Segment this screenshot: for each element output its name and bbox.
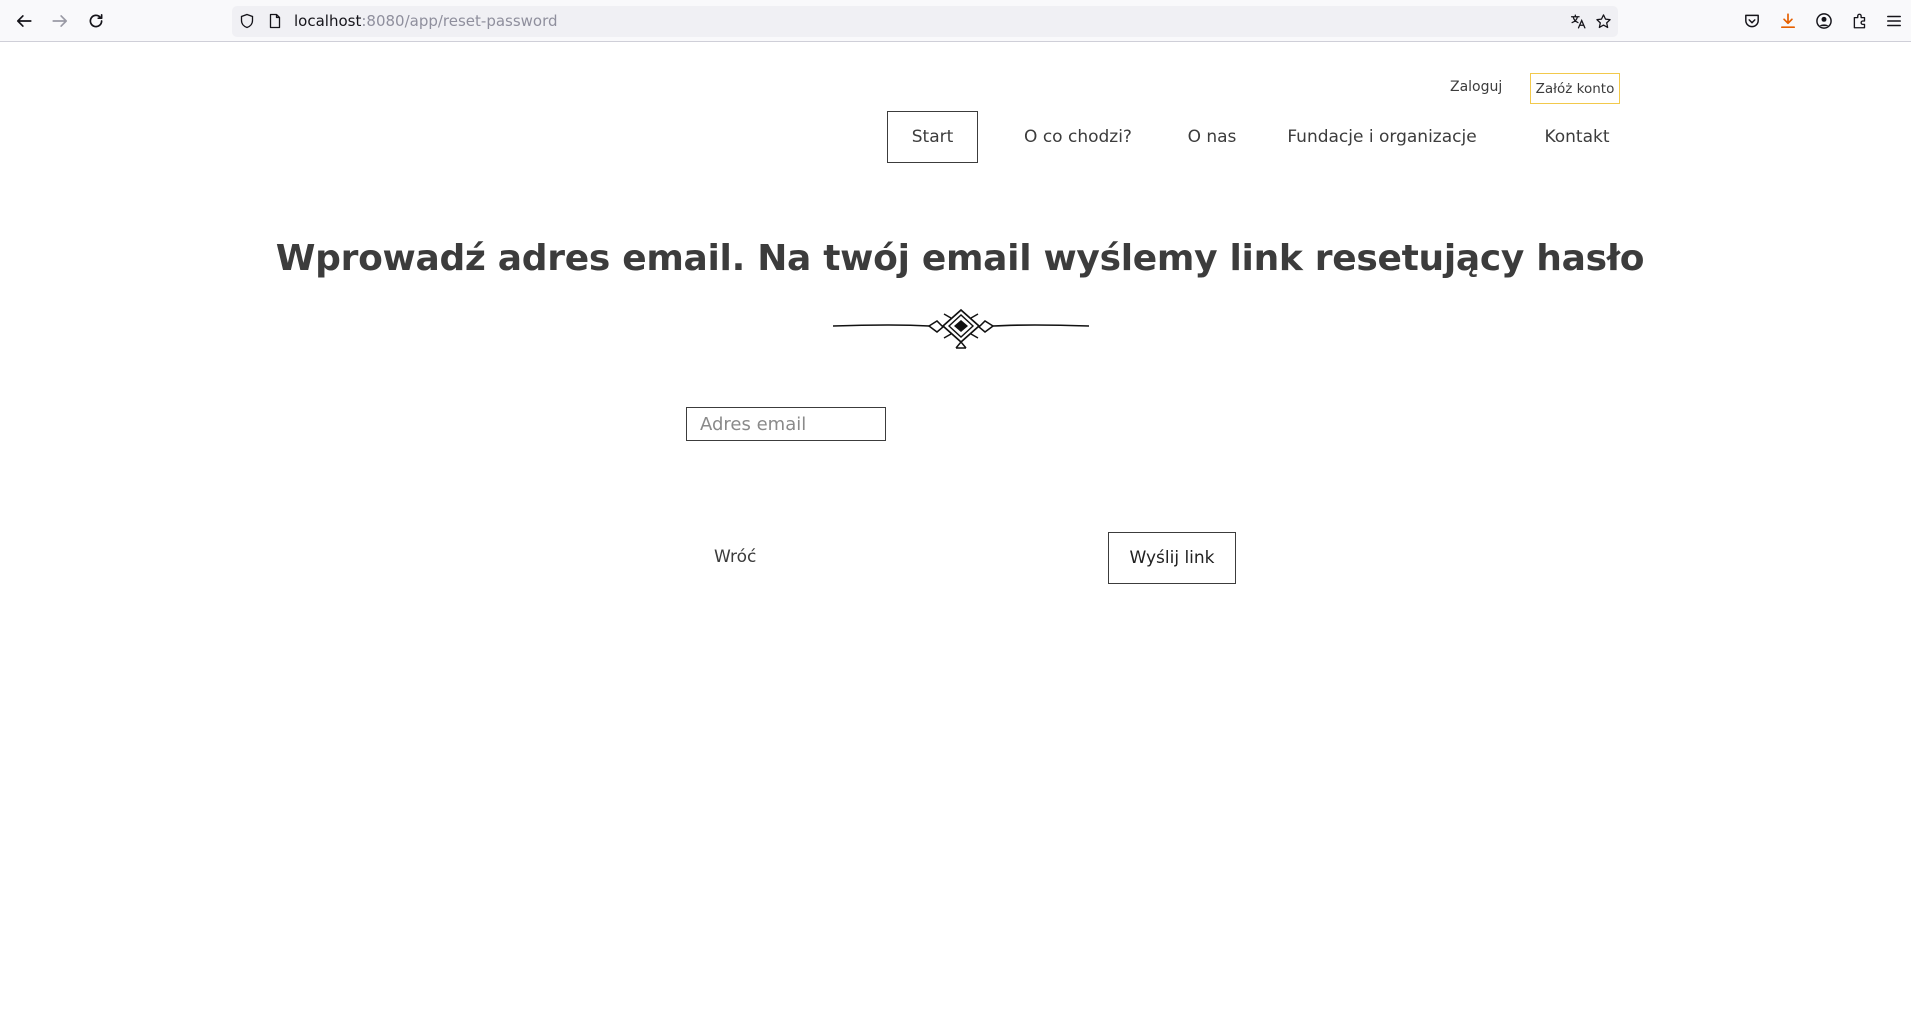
url-text[interactable]: localhost:8080/app/reset-password <box>294 13 558 30</box>
address-bar[interactable]: localhost:8080/app/reset-password <box>232 6 1618 37</box>
back-link[interactable]: Wróć <box>714 547 756 567</box>
auth-links: Zaloguj Załóż konto <box>1450 73 1620 104</box>
download-icon[interactable] <box>1774 7 1802 35</box>
send-link-button[interactable]: Wyślij link <box>1108 532 1236 584</box>
account-icon[interactable] <box>1810 7 1838 35</box>
nav-item-o-nas[interactable]: O nas <box>1167 111 1257 163</box>
puzzle-icon[interactable] <box>1846 7 1874 35</box>
arrow-right-icon[interactable] <box>46 7 74 35</box>
url-path: :8080/app/reset-password <box>361 12 558 30</box>
email-input[interactable] <box>686 407 886 441</box>
nav-item-kontakt[interactable]: Kontakt <box>1517 111 1637 163</box>
pocket-icon[interactable] <box>1738 7 1766 35</box>
reload-icon[interactable] <box>82 7 110 35</box>
arrow-left-icon[interactable] <box>10 7 38 35</box>
star-icon[interactable] <box>1594 12 1612 30</box>
register-button[interactable]: Załóż konto <box>1530 73 1620 104</box>
page-title: Wprowadź adres email. Na twój email wyśl… <box>275 238 1645 279</box>
nav-item-start[interactable]: Start <box>887 111 978 163</box>
ornament-divider-icon <box>832 305 1090 353</box>
browser-toolbar: localhost:8080/app/reset-password <box>0 0 1911 42</box>
url-host: localhost <box>294 12 362 30</box>
login-link[interactable]: Zaloguj <box>1450 79 1502 95</box>
nav-item-fundacje[interactable]: Fundacje i organizacje <box>1267 111 1497 163</box>
page-icon[interactable] <box>266 12 284 30</box>
nav-item-o-co-chodzi[interactable]: O co chodzi? <box>1003 111 1153 163</box>
shield-icon[interactable] <box>238 12 256 30</box>
hamburger-icon[interactable] <box>1880 7 1908 35</box>
translate-icon[interactable] <box>1569 12 1587 30</box>
